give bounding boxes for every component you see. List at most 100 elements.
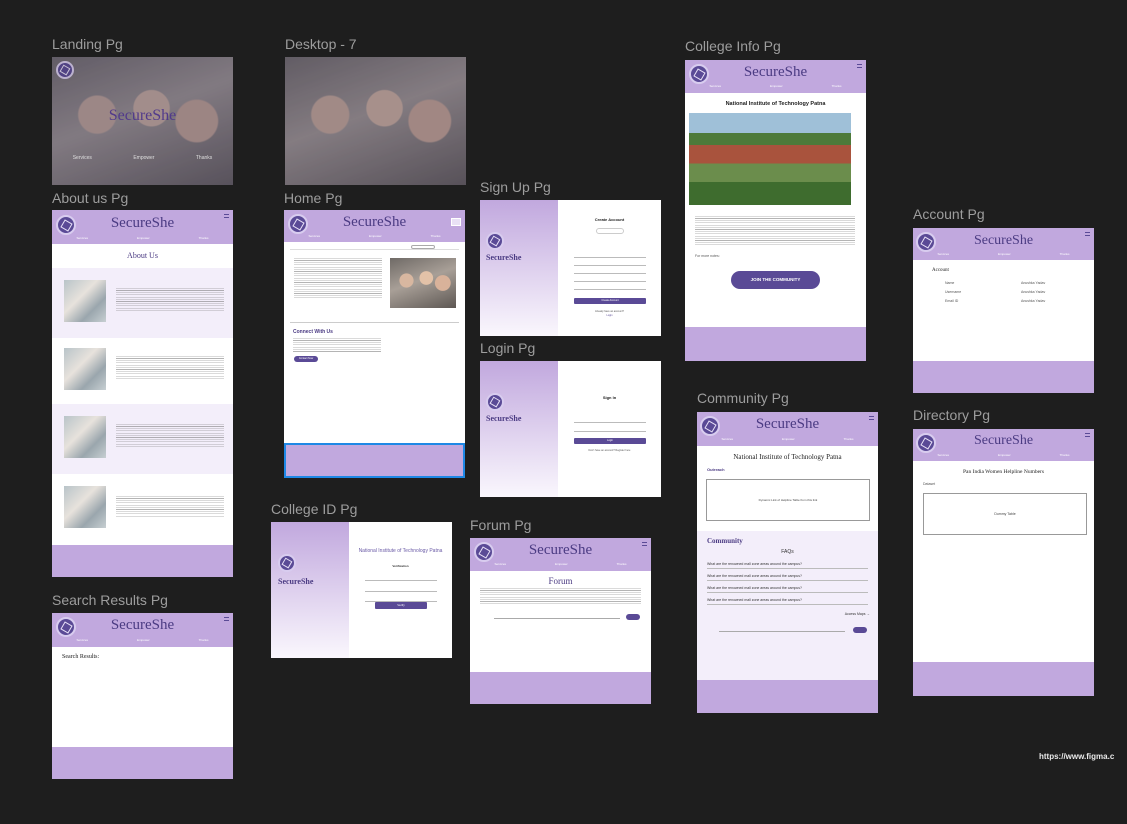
- forum-frame[interactable]: SecureShe Services Empower Thanks Forum: [470, 538, 651, 704]
- home-nav-empower[interactable]: Empower: [369, 234, 382, 238]
- home-nav-services[interactable]: Services: [308, 234, 320, 238]
- faq-item-4[interactable]: What are the renowned mall zone areas ar…: [707, 598, 868, 605]
- desktop7-frame[interactable]: [285, 57, 466, 185]
- collegeinfo-nav-empower[interactable]: Empower: [770, 84, 783, 88]
- about-frame[interactable]: SecureShe Services Empower Thanks About …: [52, 210, 233, 577]
- signup-phone-field[interactable]: [574, 268, 646, 274]
- forum-nav-empower[interactable]: Empower: [555, 562, 568, 566]
- community-frame[interactable]: SecureShe Services Empower Thanks Nation…: [697, 412, 878, 713]
- collegeid-frame[interactable]: SecureShe National Institute of Technolo…: [271, 522, 452, 658]
- community-message-input[interactable]: [719, 628, 845, 632]
- college-id-field[interactable]: [365, 575, 437, 581]
- about-nav-empower[interactable]: Empower: [137, 236, 150, 240]
- menu-icon[interactable]: [224, 617, 229, 621]
- about-row-3: [52, 404, 233, 474]
- signup-confirm-field[interactable]: [574, 284, 646, 290]
- login-frame[interactable]: SecureShe Sign In Login Don't have an ac…: [480, 361, 661, 497]
- account-nav-thanks[interactable]: Thanks: [1060, 252, 1070, 256]
- collegeinfo-nav-services[interactable]: Services: [709, 84, 721, 88]
- frame-label-account[interactable]: Account Pg: [913, 206, 985, 222]
- frame-label-signup[interactable]: Sign Up Pg: [480, 179, 551, 195]
- google-signup-button[interactable]: [596, 228, 624, 234]
- account-frame[interactable]: SecureShe Services Empower Thanks Accoun…: [913, 228, 1094, 393]
- search-nav-services[interactable]: Services: [76, 638, 88, 642]
- menu-icon[interactable]: [1085, 433, 1090, 437]
- directory-sub: Dataset: [923, 482, 936, 486]
- frame-label-desktop7[interactable]: Desktop - 7: [285, 36, 357, 52]
- directory-nav-empower[interactable]: Empower: [998, 453, 1011, 457]
- forum-footer: [470, 672, 651, 704]
- frame-label-about[interactable]: About us Pg: [52, 190, 128, 206]
- forum-send-button[interactable]: [626, 614, 640, 620]
- forum-nav-thanks[interactable]: Thanks: [617, 562, 627, 566]
- directory-footer: [913, 662, 1094, 696]
- verify-button[interactable]: Verify: [375, 602, 427, 609]
- create-account-button[interactable]: Create Account: [574, 298, 646, 304]
- faqs-heading: FAQs: [781, 549, 794, 555]
- signup-name-field[interactable]: [574, 252, 646, 258]
- menu-icon[interactable]: [857, 64, 862, 68]
- community-nav-empower[interactable]: Empower: [782, 437, 795, 441]
- community-send-button[interactable]: [853, 627, 867, 633]
- collegeinfo-frame[interactable]: SecureShe Services Empower Thanks Nation…: [685, 60, 866, 361]
- join-community-button[interactable]: JOIN THE COMMUNITY: [731, 271, 820, 289]
- search-heading: Search Results:: [62, 654, 100, 660]
- faq-item-2[interactable]: What are the renowned mall zone areas ar…: [707, 574, 868, 581]
- directory-frame[interactable]: SecureShe Services Empower Thanks Pan In…: [913, 429, 1094, 696]
- community-nav-services[interactable]: Services: [721, 437, 733, 441]
- home-frame[interactable]: SecureShe Services Empower Thanks Connec…: [284, 210, 465, 478]
- faq-item-3[interactable]: What are the renowned mall zone areas ar…: [707, 586, 868, 593]
- forum-message-input[interactable]: [494, 615, 620, 619]
- forum-nav-services[interactable]: Services: [494, 562, 506, 566]
- signup-password-field[interactable]: [574, 276, 646, 282]
- collegeinfo-nav-thanks[interactable]: Thanks: [832, 84, 842, 88]
- menu-icon[interactable]: [642, 542, 647, 546]
- profile-icon[interactable]: [451, 218, 461, 226]
- about-footer: [52, 545, 233, 577]
- landing-nav-thanks[interactable]: Thanks: [196, 155, 212, 161]
- frame-label-collegeinfo[interactable]: College Info Pg: [685, 38, 781, 54]
- frame-label-landing[interactable]: Landing Pg: [52, 36, 123, 52]
- faq-item-1[interactable]: What are the renowned mall zone areas ar…: [707, 562, 868, 569]
- frame-label-collegeid[interactable]: College ID Pg: [271, 501, 357, 517]
- landing-nav-empower[interactable]: Empower: [133, 155, 154, 161]
- login-password-field[interactable]: [574, 426, 646, 432]
- signup-email-field[interactable]: [574, 260, 646, 266]
- directory-nav-services[interactable]: Services: [937, 453, 949, 457]
- signup-brand: SecureShe: [486, 253, 522, 262]
- about-nav-services[interactable]: Services: [76, 236, 88, 240]
- frame-label-search[interactable]: Search Results Pg: [52, 592, 168, 608]
- login-email-field[interactable]: [574, 417, 646, 423]
- account-nav-services[interactable]: Services: [937, 252, 949, 256]
- frame-label-forum[interactable]: Forum Pg: [470, 517, 531, 533]
- community-nav-thanks[interactable]: Thanks: [844, 437, 854, 441]
- landing-nav-services[interactable]: Services: [73, 155, 92, 161]
- frame-label-login[interactable]: Login Pg: [480, 340, 535, 356]
- login-button[interactable]: Login: [574, 438, 646, 444]
- landing-frame[interactable]: SecureShe Services Empower Thanks: [52, 57, 233, 185]
- signup-login-link[interactable]: Login: [560, 314, 659, 317]
- signup-title: Create Account: [594, 217, 625, 222]
- login-register-link[interactable]: Don't have an account? Register here: [560, 449, 659, 452]
- account-nav-empower[interactable]: Empower: [998, 252, 1011, 256]
- frame-label-home[interactable]: Home Pg: [284, 190, 342, 206]
- home-nav-thanks[interactable]: Thanks: [431, 234, 441, 238]
- directory-nav-thanks[interactable]: Thanks: [1060, 453, 1070, 457]
- search-frame[interactable]: SecureShe Services Empower Thanks Search…: [52, 613, 233, 779]
- menu-icon[interactable]: [869, 416, 874, 420]
- signup-frame[interactable]: SecureShe Create Account Create Account …: [480, 200, 661, 336]
- shield-logo-icon: [486, 232, 504, 250]
- roll-field[interactable]: [365, 586, 437, 592]
- home-search-input[interactable]: [411, 245, 435, 249]
- about-nav-thanks[interactable]: Thanks: [199, 236, 209, 240]
- contact-now-button[interactable]: Contact Now: [294, 356, 318, 362]
- home-divider: [290, 322, 459, 323]
- frame-label-directory[interactable]: Directory Pg: [913, 407, 990, 423]
- menu-icon[interactable]: [224, 214, 229, 218]
- search-nav-empower[interactable]: Empower: [137, 638, 150, 642]
- frame-label-community[interactable]: Community Pg: [697, 390, 789, 406]
- menu-icon[interactable]: [1085, 232, 1090, 236]
- collegeid-brand: SecureShe: [278, 577, 314, 586]
- search-nav-thanks[interactable]: Thanks: [199, 638, 209, 642]
- access-maps-link[interactable]: Access Maps →: [845, 612, 870, 616]
